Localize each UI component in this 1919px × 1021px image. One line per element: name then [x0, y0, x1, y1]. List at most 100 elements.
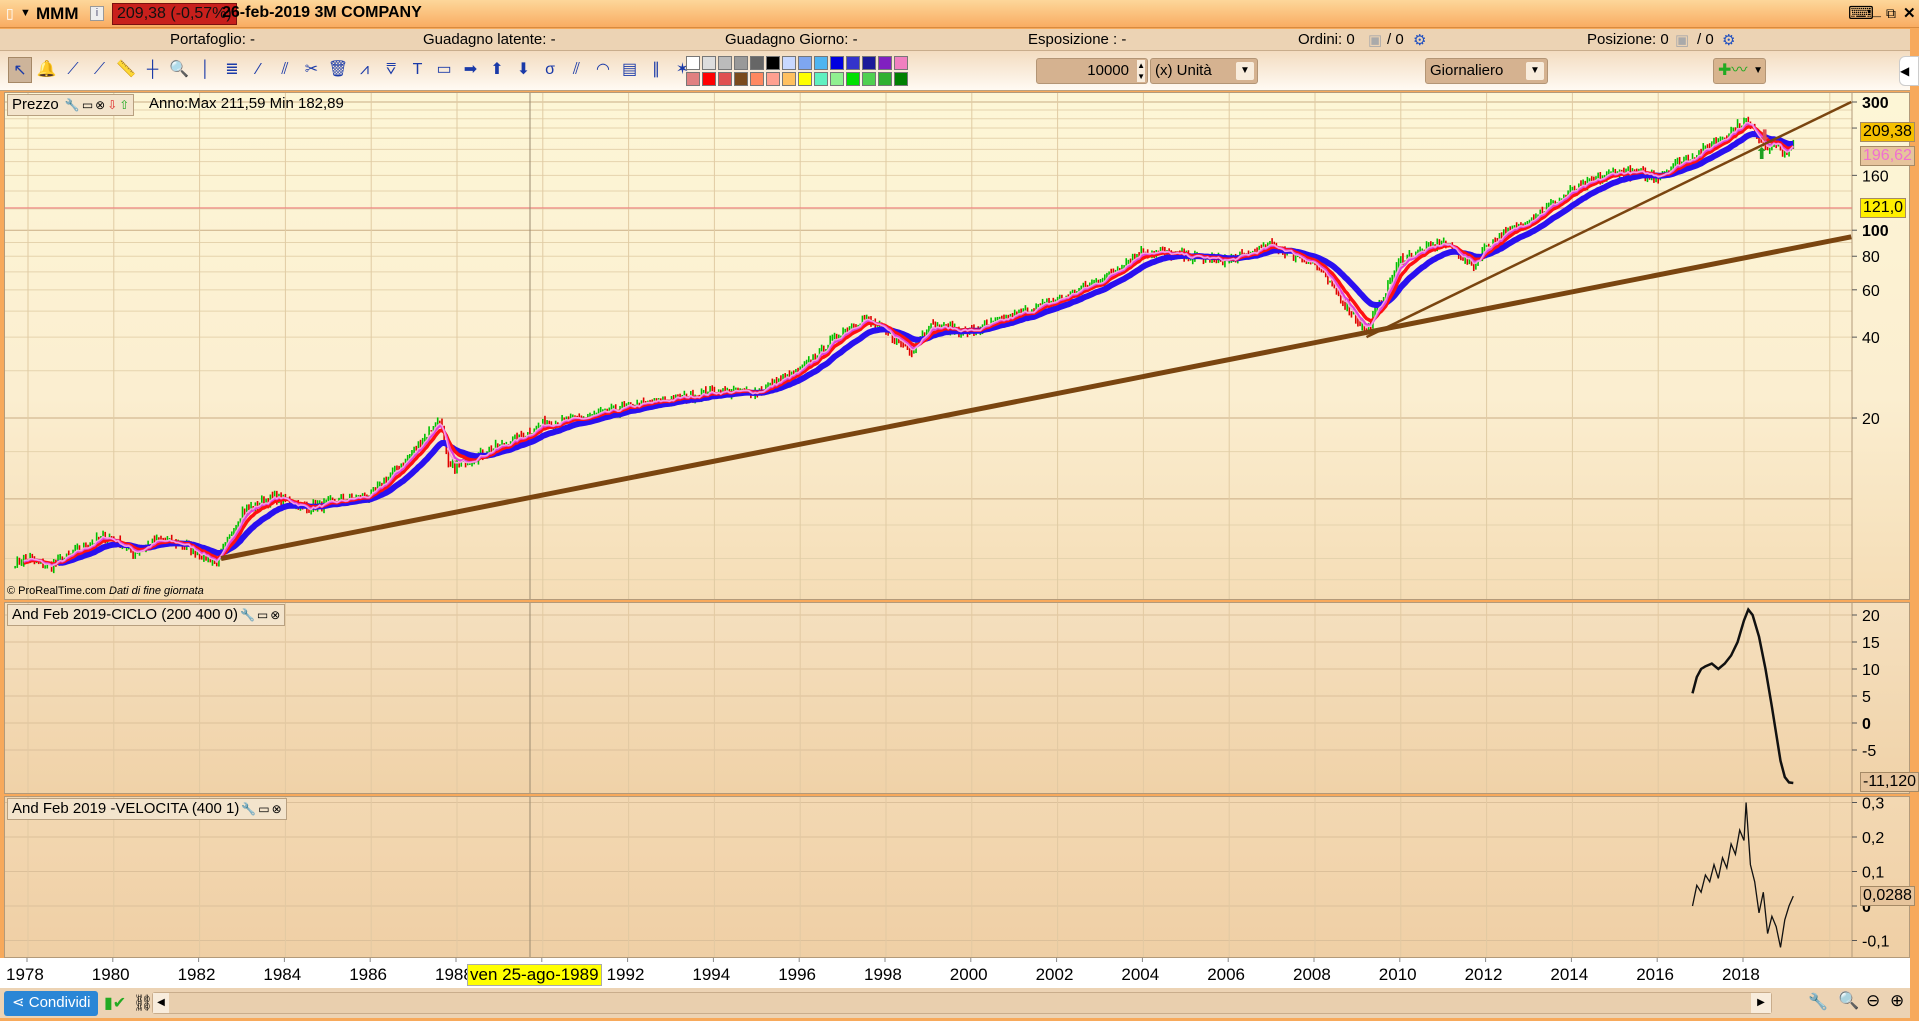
color-swatch[interactable] — [878, 56, 892, 70]
color-swatch[interactable] — [830, 56, 844, 70]
link-candles-icon[interactable]: ⛓ — [133, 993, 153, 1013]
segment-icon[interactable]: ⟋ — [88, 57, 112, 83]
arc-icon[interactable]: ◠ — [591, 57, 615, 83]
price-chart[interactable]: ⬇⬆30024016010080604020 — [5, 93, 1909, 599]
horizontal-line-icon[interactable]: ┼ — [141, 57, 165, 83]
color-swatch[interactable] — [846, 72, 860, 86]
close-button[interactable]: ✕ — [1903, 4, 1916, 22]
orders-gear-icon[interactable]: ⚙ — [1413, 31, 1426, 49]
color-swatch[interactable] — [686, 56, 700, 70]
window-icon[interactable]: ▭ — [258, 799, 269, 819]
scroll-right-button[interactable]: ▶ — [1751, 993, 1771, 1013]
minimize-button[interactable]: _ — [1872, 2, 1881, 20]
ruler-icon[interactable]: 📏 — [114, 57, 138, 83]
color-swatch[interactable] — [686, 72, 700, 86]
restore-button[interactable]: ⧉ — [1886, 5, 1896, 22]
color-swatch[interactable] — [766, 56, 780, 70]
chart-settings-icon[interactable]: 🔧 — [1808, 992, 1828, 1012]
color-swatch[interactable] — [798, 72, 812, 86]
symbol-dropdown-icon[interactable]: ▼ — [20, 7, 31, 19]
velocita-chart[interactable]: 0,30,20,10-0,1 — [5, 797, 1909, 957]
axis-label: 15 — [1862, 635, 1880, 652]
wrench-icon[interactable]: 🔧 — [240, 605, 255, 625]
fib-grid-icon[interactable]: ▤ — [618, 57, 642, 83]
zoom-in-icon[interactable]: ⊕ — [1890, 991, 1904, 1011]
trend-line-icon[interactable]: ⟋ — [61, 57, 85, 83]
quantity-input[interactable]: 10000 ▲ ▼ — [1036, 58, 1148, 84]
horizontal-scrollbar[interactable]: ◀ ▶ — [152, 992, 1772, 1014]
color-swatch[interactable] — [894, 56, 908, 70]
color-swatch[interactable] — [782, 72, 796, 86]
chevron-down-icon: ▼ — [1526, 62, 1544, 80]
fibonacci-icon[interactable]: ≣ — [220, 57, 244, 83]
fan-icon[interactable]: ⫽ — [565, 57, 589, 83]
color-swatch[interactable] — [766, 72, 780, 86]
close-circle-icon[interactable]: ⊗ — [272, 799, 282, 819]
info-icon[interactable]: i — [90, 6, 104, 21]
share-button[interactable]: ⋖ Condividi — [4, 991, 99, 1016]
axis-label: 0 — [1862, 716, 1871, 733]
color-swatch[interactable] — [734, 56, 748, 70]
close-circle-icon[interactable]: ⊗ — [270, 605, 280, 625]
wrench-icon[interactable]: 🔧 — [65, 95, 80, 115]
sigma-icon[interactable]: σ — [538, 57, 562, 83]
position-total: / 0 — [1697, 31, 1714, 48]
color-swatch[interactable] — [846, 56, 860, 70]
rectangle-zone-icon[interactable]: ⩘ — [353, 57, 377, 83]
add-indicator-button[interactable]: ✚〰 ▼ — [1713, 58, 1766, 84]
arrow-right-icon[interactable]: ➡ — [459, 57, 483, 83]
arrow-up-icon[interactable]: ⇧ — [119, 95, 129, 115]
color-swatch[interactable] — [814, 56, 828, 70]
settings-tools-icon[interactable]: ✂ — [300, 57, 324, 83]
zoom-out-icon[interactable]: ⊖ — [1866, 991, 1880, 1011]
wrench-icon[interactable]: 🔧 — [241, 799, 256, 819]
color-swatch[interactable] — [734, 72, 748, 86]
box-icon[interactable]: ▭ — [432, 57, 456, 83]
color-swatch[interactable] — [718, 56, 732, 70]
layout-check-icon[interactable]: ▮✔ — [104, 993, 126, 1013]
text-icon[interactable]: T — [406, 57, 430, 83]
quantity-stepper[interactable]: ▲ ▼ — [1137, 60, 1145, 82]
chevron-down-icon[interactable]: ▼ — [1753, 59, 1763, 83]
color-swatch[interactable] — [702, 72, 716, 86]
time-axis[interactable]: 1978198019821984198619881990199219941996… — [0, 958, 1910, 988]
timeframe-select[interactable]: Giornaliero ▼ — [1425, 58, 1548, 84]
trash-icon[interactable]: 🗑 — [326, 57, 350, 83]
vertical-line-icon[interactable]: │ — [194, 57, 218, 83]
side-panel-toggle[interactable]: ◀ — [1899, 56, 1919, 86]
arrow-down-icon[interactable]: ⬇ — [512, 57, 536, 83]
color-swatch[interactable] — [718, 72, 732, 86]
color-swatch[interactable] — [878, 72, 892, 86]
arrow-up-icon[interactable]: ⬆ — [485, 57, 509, 83]
triangle-icon[interactable]: ⩢ — [379, 57, 403, 83]
color-swatch[interactable] — [702, 56, 716, 70]
keyboard-icon[interactable]: ⌨ — [1848, 3, 1874, 24]
color-swatch[interactable] — [862, 72, 876, 86]
orders-icon[interactable]: ▣ — [1368, 31, 1382, 49]
position-gear-icon[interactable]: ⚙ — [1722, 31, 1735, 49]
window-icon[interactable]: ▭ — [257, 605, 268, 625]
alert-bell-icon[interactable]: 🔔 — [35, 57, 59, 83]
color-swatch[interactable] — [782, 56, 796, 70]
color-swatch[interactable] — [798, 56, 812, 70]
window-icon[interactable]: ▭ — [82, 95, 93, 115]
arrow-down-icon[interactable]: ⇩ — [107, 95, 117, 115]
unit-select[interactable]: (x) Unità ▼ — [1150, 58, 1258, 84]
symbol-label[interactable]: MMM — [36, 4, 78, 24]
close-circle-icon[interactable]: ⊗ — [95, 95, 105, 115]
parallel-icon[interactable]: ⫽ — [273, 57, 297, 83]
ciclo-chart[interactable]: 20 15 10 5 0 -5 — [5, 603, 1909, 793]
auto-zoom-icon[interactable]: 🔍 — [1838, 991, 1859, 1011]
scroll-left-button[interactable]: ◀ — [153, 993, 169, 1013]
color-swatch[interactable] — [750, 56, 764, 70]
color-swatch[interactable] — [814, 72, 828, 86]
color-swatch[interactable] — [830, 72, 844, 86]
zoom-icon[interactable]: 🔍 — [167, 57, 191, 83]
color-swatch[interactable] — [894, 72, 908, 86]
lines-icon[interactable]: ∥ — [644, 57, 668, 83]
color-swatch[interactable] — [862, 56, 876, 70]
channel-icon[interactable]: ⁄ — [247, 57, 271, 83]
cursor-icon[interactable]: ↖ — [8, 57, 32, 83]
position-icon[interactable]: ▣ — [1675, 31, 1689, 49]
color-swatch[interactable] — [750, 72, 764, 86]
